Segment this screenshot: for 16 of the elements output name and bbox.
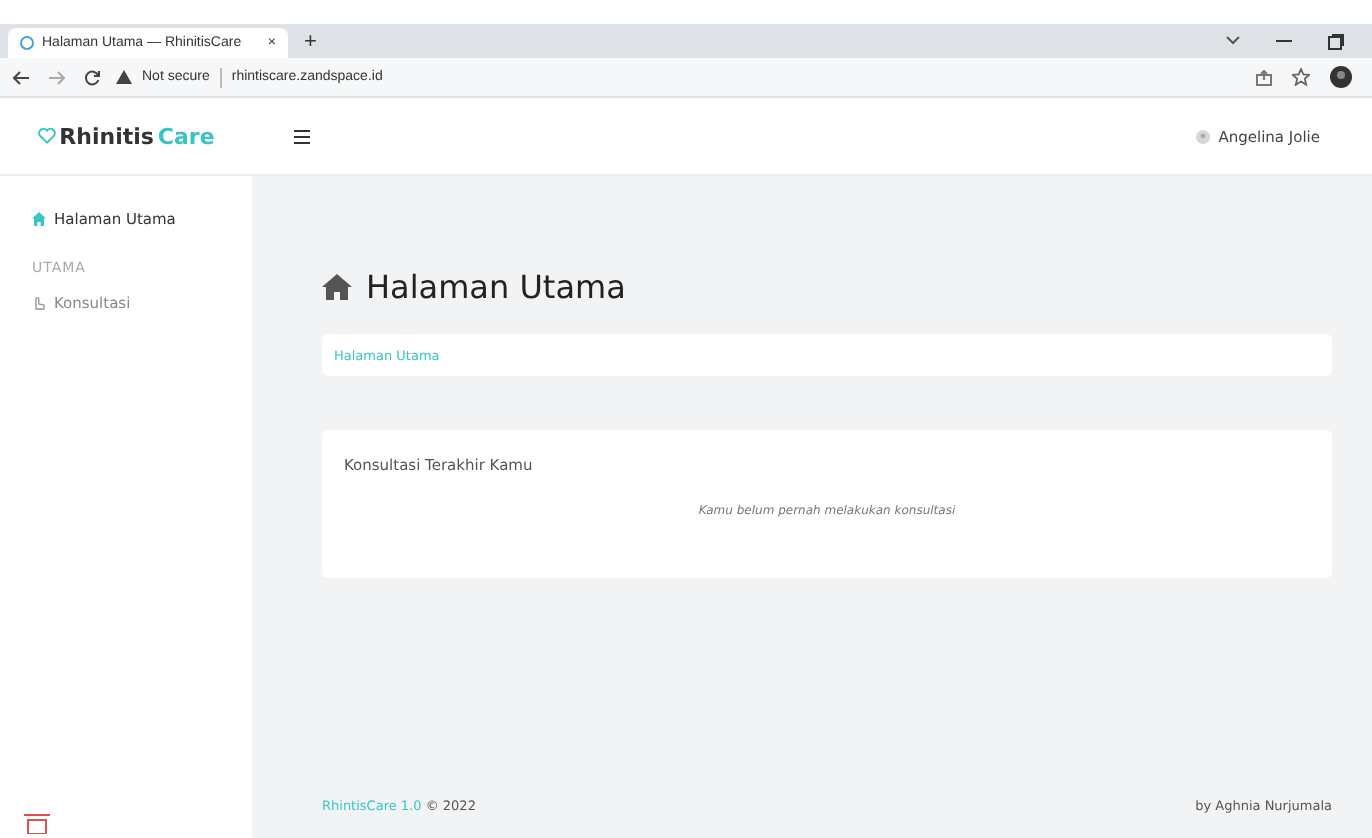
page-title: Halaman Utama	[366, 268, 626, 306]
site-icon	[20, 36, 34, 50]
profile-avatar[interactable]	[1330, 66, 1352, 88]
restore-icon[interactable]	[1328, 33, 1344, 49]
back-icon[interactable]	[12, 69, 30, 85]
new-tab-button[interactable]: +	[304, 29, 317, 53]
star-icon[interactable]	[1292, 68, 1310, 86]
chevron-down-icon[interactable]	[1226, 36, 1240, 46]
brand-logo[interactable]: Rhinitis Care	[0, 123, 252, 149]
home-icon	[322, 274, 352, 300]
home-icon	[32, 211, 46, 225]
warning-icon	[116, 70, 132, 84]
heart-icon	[37, 128, 56, 144]
reload-icon[interactable]	[84, 69, 100, 85]
share-icon[interactable]	[1256, 69, 1272, 85]
menu-icon[interactable]	[294, 129, 310, 143]
